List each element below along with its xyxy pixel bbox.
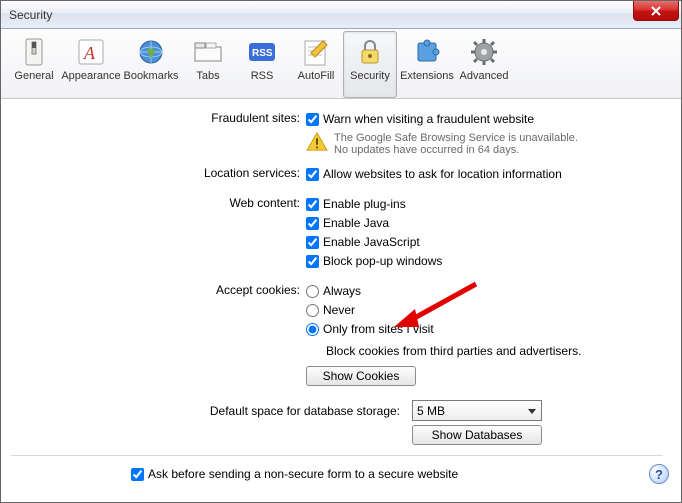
tab-tabs[interactable]: Tabs (181, 31, 235, 98)
cookies-visited-input[interactable] (306, 323, 319, 336)
cookies-visited-radio[interactable]: Only from sites I visit (306, 320, 663, 338)
cookies-label: Accept cookies: (11, 281, 306, 297)
tab-appearance[interactable]: A Appearance (61, 31, 121, 98)
warn-fraudulent-text: Warn when visiting a fraudulent website (323, 112, 534, 126)
enable-javascript-checkbox[interactable]: Enable JavaScript (306, 233, 663, 251)
enable-java-input[interactable] (306, 217, 319, 230)
db-storage-value: 5 MB (417, 404, 445, 418)
window-title: Security (9, 8, 52, 22)
cookies-visited-text: Only from sites I visit (323, 322, 434, 336)
cookies-never-input[interactable] (306, 304, 319, 317)
ask-nonsecure-text: Ask before sending a non-secure form to … (148, 467, 458, 481)
close-button[interactable] (633, 1, 679, 21)
help-icon: ? (655, 467, 663, 482)
enable-plugins-text: Enable plug-ins (323, 197, 406, 211)
enable-plugins-input[interactable] (306, 198, 319, 211)
tab-label: Security (350, 70, 390, 82)
allow-location-checkbox[interactable]: Allow websites to ask for location infor… (306, 165, 663, 183)
fraudulent-label: Fraudulent sites: (11, 109, 306, 125)
divider (11, 455, 663, 456)
location-label: Location services: (11, 164, 306, 180)
switch-icon (18, 36, 50, 68)
tab-label: Tabs (196, 70, 219, 82)
close-icon (650, 6, 662, 16)
cookies-never-text: Never (323, 303, 355, 317)
font-icon: A (75, 36, 107, 68)
lock-icon (354, 36, 386, 68)
titlebar: Security (1, 1, 681, 29)
warn-fraudulent-input[interactable] (306, 113, 319, 126)
enable-plugins-checkbox[interactable]: Enable plug-ins (306, 195, 663, 213)
rss-icon: RSS (246, 36, 278, 68)
ask-nonsecure-checkbox[interactable]: Ask before sending a non-secure form to … (131, 465, 458, 483)
svg-text:RSS: RSS (252, 48, 273, 59)
tab-rss[interactable]: RSS RSS (235, 31, 289, 98)
pencil-form-icon (300, 36, 332, 68)
enable-javascript-text: Enable JavaScript (323, 235, 420, 249)
tab-label: Bookmarks (123, 70, 178, 82)
tab-security[interactable]: Security (343, 31, 397, 98)
allow-location-text: Allow websites to ask for location infor… (323, 167, 562, 181)
block-popups-checkbox[interactable]: Block pop-up windows (306, 252, 663, 270)
webcontent-label: Web content: (11, 194, 306, 210)
tab-label: Appearance (61, 70, 120, 82)
cookies-always-radio[interactable]: Always (306, 282, 663, 300)
show-cookies-button[interactable]: Show Cookies (306, 366, 416, 386)
help-button[interactable]: ? (649, 464, 669, 484)
security-pane: Fraudulent sites: Warn when visiting a f… (1, 99, 681, 494)
cookies-never-radio[interactable]: Never (306, 301, 663, 319)
cookies-always-input[interactable] (306, 285, 319, 298)
cookies-always-text: Always (323, 284, 361, 298)
puzzle-icon (411, 36, 443, 68)
tab-bookmarks[interactable]: Bookmarks (121, 31, 181, 98)
enable-java-text: Enable Java (323, 216, 389, 230)
enable-java-checkbox[interactable]: Enable Java (306, 214, 663, 232)
warning-icon (306, 132, 328, 152)
tab-label: RSS (251, 70, 274, 82)
db-storage-label: Default space for database storage: (11, 404, 406, 418)
gear-icon (468, 36, 500, 68)
tab-extensions[interactable]: Extensions (397, 31, 457, 98)
enable-javascript-input[interactable] (306, 236, 319, 249)
tab-label: Advanced (460, 70, 509, 82)
block-popups-input[interactable] (306, 255, 319, 268)
cookies-note: Block cookies from third parties and adv… (326, 344, 663, 358)
globe-icon (135, 36, 167, 68)
ask-nonsecure-input[interactable] (131, 468, 144, 481)
tab-label: General (14, 70, 53, 82)
allow-location-input[interactable] (306, 168, 319, 181)
block-popups-text: Block pop-up windows (323, 254, 442, 268)
preferences-toolbar: General A Appearance Bookmarks Tabs RSS … (1, 29, 681, 99)
tab-autofill[interactable]: AutoFill (289, 31, 343, 98)
tab-label: Extensions (400, 70, 454, 82)
tab-label: AutoFill (298, 70, 335, 82)
safe-browsing-warning: The Google Safe Browsing Service is unav… (306, 132, 663, 156)
svg-text:A: A (83, 43, 96, 63)
tab-advanced[interactable]: Advanced (457, 31, 511, 98)
tabs-icon (192, 36, 224, 68)
safe-browsing-line1: The Google Safe Browsing Service is unav… (334, 132, 578, 144)
db-storage-select[interactable]: 5 MB (412, 400, 542, 421)
tab-general[interactable]: General (7, 31, 61, 98)
safe-browsing-line2: No updates have occurred in 64 days. (334, 144, 578, 156)
warn-fraudulent-checkbox[interactable]: Warn when visiting a fraudulent website (306, 110, 663, 128)
show-databases-button[interactable]: Show Databases (412, 425, 542, 445)
